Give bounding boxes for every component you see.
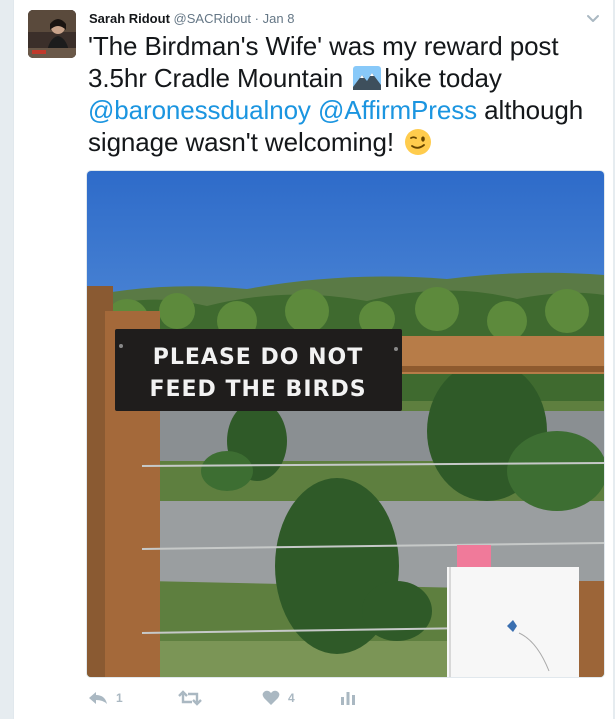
analytics-icon xyxy=(340,690,356,706)
tweet-actions: 1 4 xyxy=(88,686,588,710)
tweet-card[interactable]: Sarah Ridout @SACRidout · Jan 8 'The Bir… xyxy=(13,0,613,719)
like-count: 4 xyxy=(288,691,295,705)
like-button[interactable]: 4 xyxy=(262,686,295,710)
tweet-date[interactable]: Jan 8 xyxy=(263,11,295,26)
tweet-header: Sarah Ridout @SACRidout · Jan 8 xyxy=(89,10,294,28)
reply-button[interactable]: 1 xyxy=(88,686,123,710)
wink-emoji-icon xyxy=(403,127,433,157)
tweet-text-part2: hike today xyxy=(384,63,502,93)
reply-icon xyxy=(88,690,108,706)
sign-line-2: FEED THE BIRDS xyxy=(149,377,366,402)
tweet-photo[interactable]: PLEASE DO NOT FEED THE BIRDS xyxy=(86,170,605,678)
mention-link-2[interactable]: @AffirmPress xyxy=(318,95,477,125)
separator-dot: · xyxy=(254,11,260,26)
reply-count: 1 xyxy=(116,691,123,705)
like-icon xyxy=(262,690,280,706)
user-handle[interactable]: @SACRidout xyxy=(174,11,252,26)
display-name[interactable]: Sarah Ridout xyxy=(89,11,170,26)
retweet-icon xyxy=(178,690,202,706)
tweet-text: 'The Birdman's Wife' was my reward post … xyxy=(88,30,608,158)
chevron-down-icon[interactable] xyxy=(585,10,601,26)
sign-line-1: PLEASE DO NOT xyxy=(153,345,363,370)
avatar[interactable] xyxy=(28,10,76,58)
mountain-emoji-icon xyxy=(352,63,382,93)
retweet-button[interactable] xyxy=(178,686,210,710)
analytics-button[interactable] xyxy=(340,686,356,710)
mention-link-1[interactable]: @baronessdualnoy xyxy=(88,95,311,125)
